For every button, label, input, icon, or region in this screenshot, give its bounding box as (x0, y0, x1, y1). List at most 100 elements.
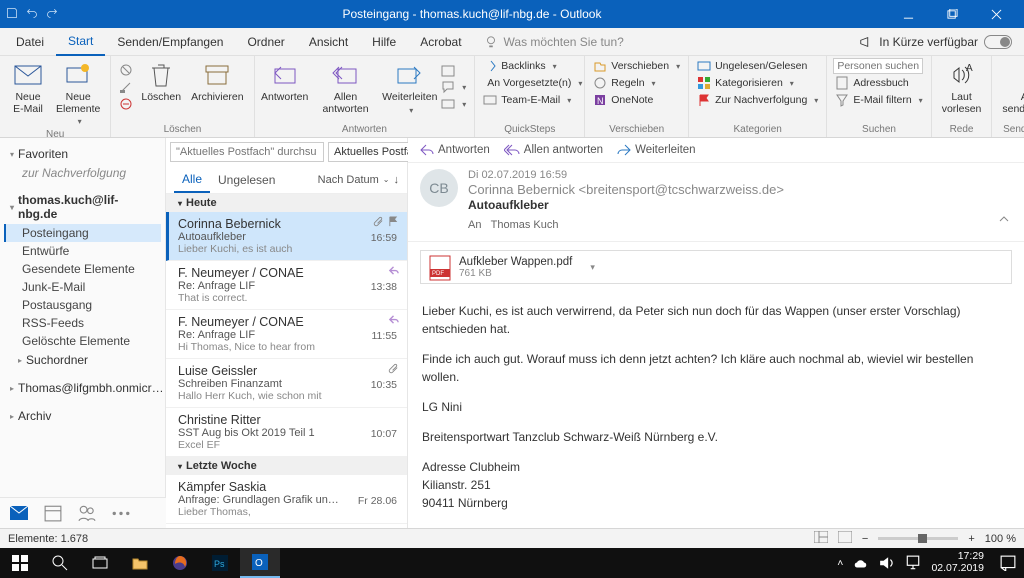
send-receive-all-button[interactable]: Alle Ordner senden/empfangen (998, 58, 1024, 117)
message-item[interactable]: Corinna BebernickAutoaufkleberLieber Kuc… (166, 212, 407, 261)
nav-account-1[interactable]: thomas.kuch@lif-nbg.de (4, 190, 161, 224)
message-item[interactable]: !Feldhaus, LauraCode of Conduct und Einh… (166, 524, 407, 528)
tray-clock[interactable]: 17:2902.07.2019 (931, 551, 984, 574)
nav-calendar-icon[interactable] (44, 504, 62, 522)
reply-button[interactable]: Antworten (261, 58, 309, 106)
tray-onedrive-icon[interactable] (853, 555, 869, 571)
message-item[interactable]: Kämpfer SaskiaAnfrage: Grundlagen Grafik… (166, 475, 407, 524)
reply-all-button[interactable]: Allen antworten (311, 58, 381, 117)
addressbook-button[interactable]: Adressbuch (833, 75, 924, 91)
categorize-button[interactable]: Kategorisieren (695, 75, 820, 91)
filter-all[interactable]: Alle (174, 167, 210, 193)
junk-button[interactable] (117, 96, 135, 112)
tool-reply-all[interactable]: Allen antworten (504, 144, 603, 156)
move-button[interactable]: Verschieben (591, 58, 682, 74)
message-item[interactable]: F. Neumeyer / CONAERe: Anfrage LIFThat i… (166, 261, 407, 310)
nav-favorites[interactable]: Favoriten (4, 144, 161, 164)
qat-undo-icon[interactable] (26, 7, 38, 22)
nav-mail-icon[interactable] (10, 504, 28, 522)
quickstep-team[interactable]: Team-E-Mail (481, 92, 578, 108)
tab-hilfe[interactable]: Hilfe (360, 29, 408, 55)
filter-unread[interactable]: Ungelesen (210, 168, 283, 192)
forward-button[interactable]: Weiterleiten (382, 58, 437, 117)
nav-rss[interactable]: RSS-Feeds (4, 314, 161, 332)
tab-sendreceive[interactable]: Senden/Empfangen (105, 29, 235, 55)
people-search-input[interactable] (833, 58, 923, 74)
zoom-minus[interactable]: − (862, 533, 868, 545)
followup-button[interactable]: Zur Nachverfolgung (695, 92, 820, 108)
view-reading-icon[interactable] (838, 531, 852, 546)
zoom-slider[interactable] (878, 537, 958, 540)
replied-icon (388, 314, 399, 325)
header-expand-toggle[interactable] (998, 213, 1010, 228)
photoshop-button[interactable]: Ps (200, 548, 240, 578)
tab-start[interactable]: Start (56, 28, 105, 56)
unread-read-button[interactable]: Ungelesen/Gelesen (695, 58, 820, 74)
attachment-dropdown-icon[interactable]: ▾ (590, 262, 595, 273)
tab-ordner[interactable]: Ordner (235, 29, 296, 55)
new-items-button[interactable]: Neue Elemente (52, 58, 104, 128)
taskview-button[interactable] (80, 548, 120, 578)
nav-account-2[interactable]: Thomas@lifgmbh.onmicr… (4, 378, 161, 398)
cleanup-button[interactable] (117, 79, 135, 95)
quickstep-vorgesetzte[interactable]: An Vorgesetzte(n) (481, 75, 578, 91)
coming-soon-toggle[interactable] (984, 35, 1012, 49)
qat-redo-icon[interactable] (46, 7, 58, 22)
tray-network-icon[interactable] (905, 555, 921, 571)
new-email-button[interactable]: Neue E-Mail (6, 58, 50, 117)
onenote-button[interactable]: NOneNote (591, 92, 682, 108)
nav-outbox[interactable]: Postausgang (4, 296, 161, 314)
rules-button[interactable]: Regeln (591, 75, 682, 91)
message-item[interactable]: Luise GeisslerSchreiben FinanzamtHallo H… (166, 359, 407, 408)
tool-reply[interactable]: Antworten (420, 144, 490, 156)
nav-fav-followup[interactable]: zur Nachverfolgung (4, 164, 161, 182)
nav-junk[interactable]: Junk-E-Mail (4, 278, 161, 296)
quickstep-backlinks[interactable]: Backlinks (481, 58, 578, 74)
tool-forward[interactable]: Weiterleiten (617, 144, 696, 156)
lightbulb-icon (484, 35, 498, 49)
tell-me-search[interactable]: Was möchten Sie tun? (484, 35, 624, 49)
meeting-button[interactable] (439, 62, 468, 78)
nav-more-icon[interactable] (112, 504, 130, 522)
search-button[interactable] (40, 548, 80, 578)
nav-search-folders[interactable]: Suchordner (4, 350, 161, 370)
outlook-button[interactable]: O (240, 548, 280, 578)
im-button[interactable] (439, 79, 468, 95)
nav-deleted[interactable]: Gelöschte Elemente (4, 332, 161, 350)
nav-archive[interactable]: Archiv (4, 406, 161, 426)
message-item[interactable]: Christine RitterSST Aug bis Okt 2019 Tei… (166, 408, 407, 457)
delete-button[interactable]: Löschen (137, 58, 185, 106)
tray-notifications-icon[interactable] (1000, 548, 1016, 578)
email-body: Lieber Kuchi, es ist auch verwirrend, da… (408, 292, 1024, 528)
nav-inbox[interactable]: Posteingang (4, 224, 161, 242)
group-header[interactable]: Heute (166, 194, 407, 212)
more-respond-button[interactable] (439, 96, 468, 112)
group-header[interactable]: Letzte Woche (166, 457, 407, 475)
nav-drafts[interactable]: Entwürfe (4, 242, 161, 260)
firefox-button[interactable] (160, 548, 200, 578)
nav-sent[interactable]: Gesendete Elemente (4, 260, 161, 278)
nav-people-icon[interactable] (78, 504, 96, 522)
minimize-button[interactable] (886, 0, 930, 28)
read-aloud-button[interactable]: ALaut vorlesen (938, 58, 986, 117)
attachment-item[interactable]: PDF Aufkleber Wappen.pdf 761 KB ▾ (420, 250, 1012, 284)
start-button[interactable] (0, 548, 40, 578)
archive-button[interactable]: Archivieren (187, 58, 248, 106)
view-normal-icon[interactable] (814, 531, 828, 546)
close-button[interactable] (974, 0, 1018, 28)
attachment-size: 761 KB (459, 268, 572, 279)
filter-email-button[interactable]: E-Mail filtern (833, 92, 924, 108)
tray-chevron-icon[interactable]: ˄ (837, 557, 843, 569)
maximize-button[interactable] (930, 0, 974, 28)
sort-by[interactable]: Nach Datum ⌄ ↓ (318, 174, 399, 186)
tray-volume-icon[interactable] (879, 555, 895, 571)
message-item[interactable]: F. Neumeyer / CONAERe: Anfrage LIFHi Tho… (166, 310, 407, 359)
qat-save-icon[interactable] (6, 7, 18, 22)
ignore-button[interactable] (117, 62, 135, 78)
tab-acrobat[interactable]: Acrobat (408, 29, 473, 55)
tab-datei[interactable]: Datei (4, 29, 56, 55)
explorer-button[interactable] (120, 548, 160, 578)
zoom-plus[interactable]: + (968, 533, 974, 545)
search-input[interactable] (170, 142, 324, 162)
tab-ansicht[interactable]: Ansicht (297, 29, 360, 55)
